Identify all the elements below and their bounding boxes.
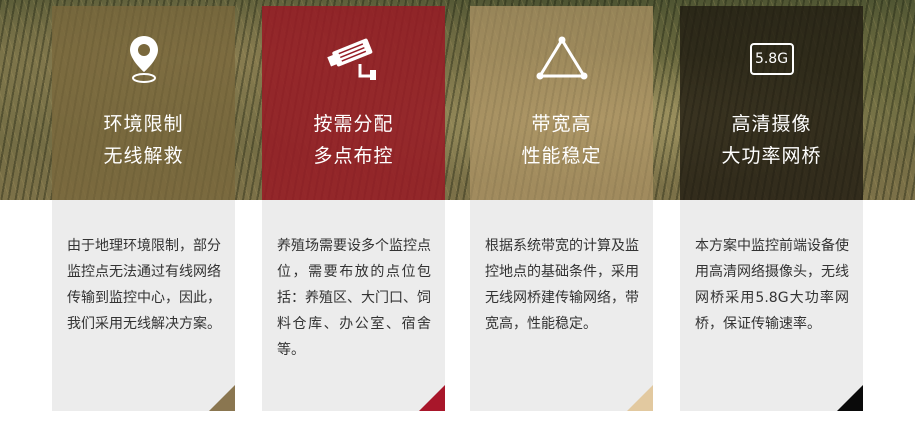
card-title-line2: 无线解救 [103,145,184,167]
card-title-line1: 带宽高 [531,113,592,135]
feature-card-environment: 环境限制 无线解救 由于地理环境限制，部分监控点无法通过有线网络传输到监控中心，… [52,6,235,411]
corner-accent [209,385,235,411]
feature-card-hd-camera: 5.8G 高清摄像 大功率网桥 本方案中监控前端设备使用高清网络摄像头，无线网桥… [680,6,863,411]
card-description: 由于地理环境限制，部分监控点无法通过有线网络传输到监控中心，因此，我们采用无线解… [67,238,221,332]
card-description: 根据系统带宽的计算及监控地点的基础条件，采用无线网桥建传输网络，带宽高，性能稳定… [485,238,639,332]
card-title-line1: 环境限制 [103,113,184,135]
card-header: 5.8G 高清摄像 大功率网桥 [680,6,863,200]
corner-accent [419,385,445,411]
card-body: 由于地理环境限制，部分监控点无法通过有线网络传输到监控中心，因此，我们采用无线解… [52,200,235,411]
card-title-line2: 多点布控 [313,145,394,167]
security-camera-icon [262,34,445,84]
corner-accent [837,385,863,411]
5.8g-badge-icon: 5.8G [680,34,863,84]
card-body: 养殖场需要设多个监控点位，需要布放的点位包括：养殖区、大门口、饲料仓库、办公室、… [262,200,445,411]
card-header: 按需分配 多点布控 [262,6,445,200]
card-title: 带宽高 性能稳定 [470,108,653,172]
card-header: 环境限制 无线解救 [52,6,235,200]
feature-card-deployment: 按需分配 多点布控 养殖场需要设多个监控点位，需要布放的点位包括：养殖区、大门口… [262,6,445,411]
card-title-line2: 性能稳定 [521,145,602,167]
card-description: 养殖场需要设多个监控点位，需要布放的点位包括：养殖区、大门口、饲料仓库、办公室、… [277,238,431,358]
feature-card-bandwidth: 带宽高 性能稳定 根据系统带宽的计算及监控地点的基础条件，采用无线网桥建传输网络… [470,6,653,411]
card-title: 按需分配 多点布控 [262,108,445,172]
5.8g-badge-text: 5.8G [749,43,794,75]
card-title: 高清摄像 大功率网桥 [680,108,863,172]
triangle-network-icon [470,34,653,84]
card-body: 根据系统带宽的计算及监控地点的基础条件，采用无线网桥建传输网络，带宽高，性能稳定… [470,200,653,411]
card-title-line1: 高清摄像 [731,113,812,135]
card-header: 带宽高 性能稳定 [470,6,653,200]
card-title-line2: 大功率网桥 [721,145,822,167]
card-description: 本方案中监控前端设备使用高清网络摄像头，无线网桥采用5.8G大功率网桥，保证传输… [695,238,849,332]
corner-accent [627,385,653,411]
card-title: 环境限制 无线解救 [52,108,235,172]
card-title-line1: 按需分配 [313,113,394,135]
card-body: 本方案中监控前端设备使用高清网络摄像头，无线网桥采用5.8G大功率网桥，保证传输… [680,200,863,411]
location-pin-icon [52,34,235,84]
